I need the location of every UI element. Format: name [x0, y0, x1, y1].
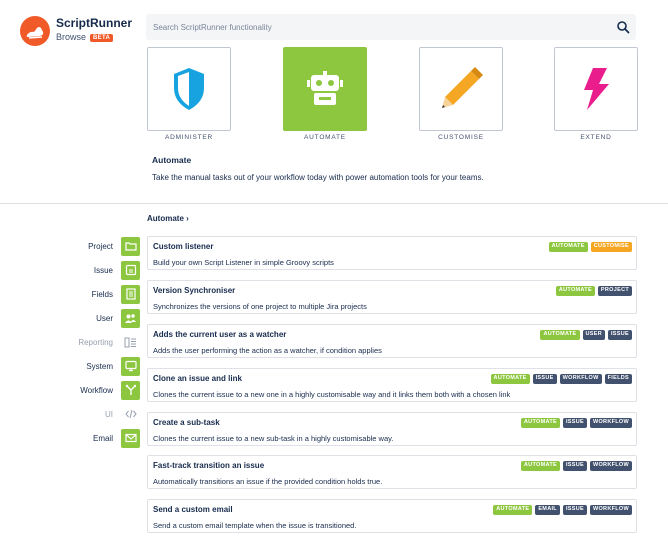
- scriptrunner-logo[interactable]: ScriptRunner Browse BETA: [20, 16, 132, 46]
- reporting-icon: [121, 333, 140, 352]
- tag-customise[interactable]: CUSTOMISE: [590, 242, 632, 252]
- tag-issue[interactable]: ISSUE: [607, 330, 632, 340]
- card-description: Synchronizes the versions of one project…: [153, 302, 367, 311]
- workflow-icon: [121, 380, 140, 400]
- tag-automate[interactable]: AUTOMATE: [493, 505, 533, 515]
- robot-icon: [307, 71, 343, 105]
- issue-icon: [121, 260, 140, 280]
- monitor-icon: [121, 356, 140, 376]
- users-icon: [121, 308, 140, 328]
- card-title: Custom listener: [153, 242, 214, 251]
- card-send-email[interactable]: Send a custom email Send a custom email …: [147, 499, 637, 533]
- sidebar-item-label: System: [86, 361, 113, 371]
- sidebar-item-project[interactable]: Project: [0, 236, 140, 256]
- sidebar-item-label: Email: [92, 433, 113, 443]
- sidebar-item-system[interactable]: System: [0, 356, 140, 376]
- folder-icon: [121, 236, 140, 256]
- category-tiles: ADMINISTER AUTOMATE CUSTOMISE EXTEND: [146, 47, 638, 147]
- tile-label-administer: ADMINISTER: [164, 134, 214, 141]
- search-bar[interactable]: [146, 14, 636, 40]
- card-description: Clones the current issue to a new sub-ta…: [153, 434, 394, 443]
- card-title: Version Synchroniser: [153, 286, 236, 295]
- section-title: Automate: [152, 155, 192, 165]
- card-title: Clone an issue and link: [153, 374, 242, 383]
- sidebar-item-label: Issue: [93, 265, 113, 275]
- pencil-icon: [442, 67, 483, 108]
- tag-issue[interactable]: ISSUE: [562, 505, 587, 515]
- card-version-synchroniser[interactable]: Version Synchroniser Synchronizes the ve…: [147, 280, 637, 314]
- sidebar-item-label: Workflow: [80, 385, 113, 395]
- tag-email[interactable]: EMAIL: [535, 505, 560, 515]
- sidebar-item-ui[interactable]: UI: [0, 404, 140, 424]
- tag-fields[interactable]: FIELDS: [604, 374, 632, 384]
- tile-automate[interactable]: [283, 47, 367, 131]
- sidebar-item-label: Project: [88, 241, 113, 251]
- divider: [0, 203, 668, 204]
- app-title: ScriptRunner: [56, 16, 133, 30]
- sidebar-item-label: Fields: [91, 289, 113, 299]
- sidebar-item-reporting[interactable]: Reporting: [0, 332, 140, 352]
- section-description: Take the manual tasks out of your workfl…: [152, 173, 484, 182]
- tile-customise[interactable]: [419, 47, 503, 131]
- card-description: Adds the user performing the action as a…: [153, 346, 382, 355]
- tag-issue[interactable]: ISSUE: [562, 461, 587, 471]
- tag-issue[interactable]: ISSUE: [532, 374, 557, 384]
- card-create-subtask[interactable]: Create a sub-task Clones the current iss…: [147, 412, 637, 446]
- tag-workflow[interactable]: WORKFLOW: [589, 461, 632, 471]
- sidebar-item-label: Reporting: [78, 337, 113, 347]
- tag-automate[interactable]: AUTOMATE: [540, 330, 580, 340]
- sidebar-item-label: UI: [105, 409, 113, 419]
- card-clone-issue[interactable]: Clone an issue and link Clones the curre…: [147, 368, 637, 402]
- tag-workflow[interactable]: WORKFLOW: [589, 418, 632, 428]
- card-title: Fast-track transition an issue: [153, 461, 265, 470]
- lightning-icon: [584, 68, 609, 110]
- tag-issue[interactable]: ISSUE: [562, 418, 587, 428]
- card-description: Automatically transitions an issue if th…: [153, 477, 383, 486]
- card-description: Send a custom email template when the is…: [153, 521, 357, 530]
- logo-icon: [20, 16, 50, 46]
- tag-automate[interactable]: AUTOMATE: [490, 374, 530, 384]
- tag-user[interactable]: USER: [582, 330, 605, 340]
- sidebar-item-email[interactable]: Email: [0, 428, 140, 448]
- tag-project[interactable]: PROJECT: [597, 286, 632, 296]
- card-add-watcher[interactable]: Adds the current user as a watcher Adds …: [147, 324, 637, 358]
- tag-workflow[interactable]: WORKFLOW: [589, 505, 632, 515]
- card-title: Adds the current user as a watcher: [153, 330, 287, 339]
- search-input[interactable]: [153, 22, 613, 32]
- fields-icon: [121, 284, 140, 304]
- email-icon: [121, 428, 140, 448]
- sidebar-item-label: User: [96, 313, 113, 323]
- tag-automate[interactable]: AUTOMATE: [555, 286, 595, 296]
- shield-icon: [174, 68, 204, 110]
- tile-label-automate: AUTOMATE: [304, 134, 346, 141]
- sidebar-item-fields[interactable]: Fields: [0, 284, 140, 304]
- card-description: Clones the current issue to a new one in…: [153, 390, 511, 399]
- tag-workflow[interactable]: WORKFLOW: [559, 374, 602, 384]
- breadcrumb[interactable]: Automate ›: [147, 214, 189, 223]
- tag-automate[interactable]: AUTOMATE: [548, 242, 588, 252]
- tag-automate[interactable]: AUTOMATE: [520, 418, 560, 428]
- tile-administer[interactable]: [147, 47, 231, 131]
- tile-label-extend: EXTEND: [580, 134, 612, 141]
- card-fast-track[interactable]: Fast-track transition an issue Automatic…: [147, 455, 637, 489]
- sidebar-item-user[interactable]: User: [0, 308, 140, 328]
- app-subtitle: Browse: [56, 32, 87, 42]
- tag-automate[interactable]: AUTOMATE: [520, 461, 560, 471]
- card-description: Build your own Script Listener in simple…: [153, 258, 334, 267]
- sidebar-item-issue[interactable]: Issue: [0, 260, 140, 280]
- card-custom-listener[interactable]: Custom listener Build your own Script Li…: [147, 236, 637, 270]
- beta-badge: BETA: [90, 33, 114, 42]
- code-icon: [121, 405, 140, 424]
- card-title: Send a custom email: [153, 505, 233, 514]
- tile-extend[interactable]: [554, 47, 638, 131]
- search-icon[interactable]: [616, 20, 630, 34]
- tile-label-customise: CUSTOMISE: [438, 134, 484, 141]
- card-title: Create a sub-task: [153, 418, 220, 427]
- sidebar-item-workflow[interactable]: Workflow: [0, 380, 140, 400]
